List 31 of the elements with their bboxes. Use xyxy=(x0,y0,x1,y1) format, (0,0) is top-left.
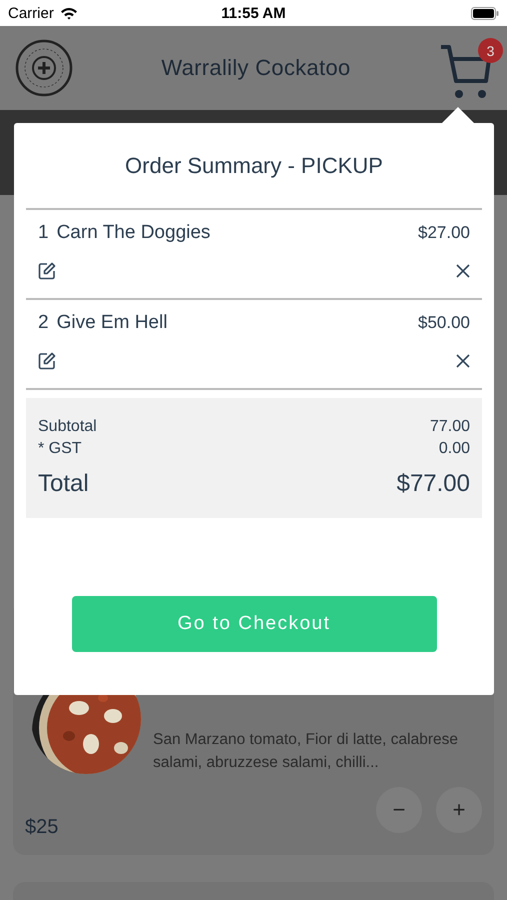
increase-button[interactable]: + xyxy=(436,787,482,833)
edit-icon[interactable] xyxy=(38,352,56,370)
subtotal-value: 77.00 xyxy=(430,417,470,437)
edit-icon[interactable] xyxy=(38,262,56,280)
item-description: San Marzano tomato, Fior di latte, calabrese salami, abruzzese salami, chilli... xyxy=(153,730,459,773)
item-name: Give Em Hell xyxy=(56,312,168,334)
item-quantity: 2 xyxy=(38,312,49,334)
total-label: Total xyxy=(38,469,89,499)
cart-count-badge: 3 xyxy=(478,38,503,63)
item-price: $25 xyxy=(25,816,58,839)
item-quantity: 1 xyxy=(38,222,49,244)
cart-button[interactable] xyxy=(438,44,493,100)
total-value: $77.00 xyxy=(396,469,470,499)
status-time: 11:55 AM xyxy=(221,4,286,22)
gst-value: 0.00 xyxy=(438,439,470,459)
restaurant-name: Warralily Cockatoo xyxy=(161,55,351,81)
close-icon[interactable] xyxy=(456,354,470,368)
carrier-name: Carrier xyxy=(8,4,54,22)
subtotal-label: Subtotal xyxy=(38,417,97,437)
checkout-button[interactable]: Go to Checkout xyxy=(72,596,436,652)
battery-icon xyxy=(470,6,499,20)
gst-label: * GST xyxy=(38,439,82,459)
item-price: $27.00 xyxy=(418,223,470,243)
popover-title: Order Summary - PICKUP xyxy=(26,153,482,210)
cart-icon xyxy=(438,44,493,100)
decrease-button[interactable]: − xyxy=(376,787,422,833)
item-price: $50.00 xyxy=(418,313,470,333)
logo-icon xyxy=(15,39,73,97)
close-icon[interactable] xyxy=(456,264,470,278)
item-name: Carn The Doggies xyxy=(56,222,210,244)
wifi-icon xyxy=(60,6,78,20)
